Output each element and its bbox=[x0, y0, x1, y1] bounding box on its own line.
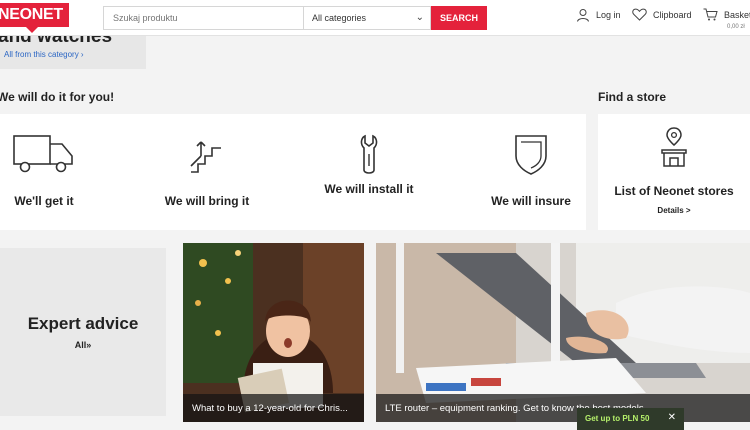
login-label: Log in bbox=[596, 10, 621, 20]
promo-text: Get up to PLN 50 bbox=[585, 414, 650, 423]
service-insure[interactable]: We will insure bbox=[458, 114, 604, 230]
find-store-heading: Find a store bbox=[598, 90, 667, 104]
user-icon bbox=[577, 9, 589, 22]
services-heading: We will do it for you! bbox=[0, 90, 115, 104]
login-link[interactable]: Log in bbox=[576, 8, 621, 22]
service-label: We will bring it bbox=[164, 194, 250, 208]
clipboard-link[interactable]: Clipboard bbox=[632, 8, 692, 21]
all-from-category-link[interactable]: All from this category › bbox=[4, 50, 84, 59]
expert-advice-title: Expert advice bbox=[27, 314, 139, 333]
wrench-icon bbox=[360, 134, 378, 174]
basket-link[interactable]: Basket bbox=[703, 8, 750, 21]
category-select-value: All categories bbox=[312, 13, 367, 23]
basket-amount: 0,00 zł bbox=[727, 24, 745, 30]
article-caption: LTE router – equipment ranking. Get to k… bbox=[376, 394, 750, 422]
article-tile-router[interactable]: LTE router – equipment ranking. Get to k… bbox=[376, 243, 750, 422]
heart-icon bbox=[632, 8, 647, 21]
neonet-logo[interactable]: NEONET bbox=[0, 3, 69, 33]
category-card-title: and watches bbox=[0, 36, 113, 47]
stairs-icon bbox=[190, 141, 221, 173]
store-details-link[interactable]: Details > bbox=[598, 206, 750, 215]
top-header: NEONET All categories ⌄ SEARCH Log in Cl… bbox=[0, 0, 750, 36]
service-bring-it[interactable]: We will bring it bbox=[134, 114, 280, 230]
truck-icon bbox=[13, 135, 73, 173]
cart-icon bbox=[703, 8, 718, 21]
chevron-down-icon: ⌄ bbox=[415, 12, 424, 23]
search-input[interactable] bbox=[103, 6, 303, 30]
category-card[interactable]: and watches All from this category › bbox=[0, 36, 146, 69]
service-get-it[interactable]: We'll get it bbox=[0, 114, 117, 230]
store-finder-card[interactable]: List of Neonet stores Details > bbox=[598, 114, 750, 230]
services-panel: We'll get it We will bring it We will in… bbox=[0, 114, 586, 230]
category-select[interactable]: All categories ⌄ bbox=[303, 6, 431, 30]
service-install-it[interactable]: We will install it bbox=[296, 114, 442, 230]
store-list-label: List of Neonet stores bbox=[614, 184, 734, 198]
service-label: We'll get it bbox=[14, 194, 74, 208]
basket-label: Basket bbox=[724, 9, 750, 20]
service-label: We will insure bbox=[491, 194, 571, 208]
shield-icon bbox=[515, 135, 547, 175]
expert-all-link[interactable]: All» bbox=[0, 340, 166, 350]
store-pin-icon bbox=[661, 127, 687, 167]
expert-advice-tile[interactable]: Expert advice All» bbox=[0, 248, 166, 416]
clipboard-label: Clipboard bbox=[653, 9, 692, 20]
service-label: We will install it bbox=[324, 182, 414, 196]
article-tile-gift[interactable]: What to buy a 12-year-old for Chris... bbox=[183, 243, 364, 422]
search-button[interactable]: SEARCH bbox=[431, 6, 487, 30]
promo-banner[interactable]: Get up to PLN 50 ✕ bbox=[577, 408, 684, 430]
close-icon[interactable]: ✕ bbox=[668, 412, 676, 423]
article-caption: What to buy a 12-year-old for Chris... bbox=[183, 394, 364, 422]
